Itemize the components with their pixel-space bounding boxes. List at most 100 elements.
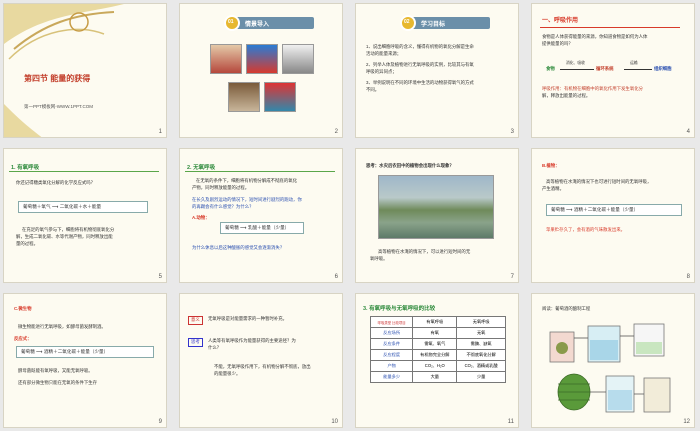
- chain-digest: 消化、吸收: [566, 61, 585, 65]
- slide-number: 8: [686, 274, 690, 280]
- table-row-label: 反应程度: [369, 349, 414, 361]
- table-cell: 无氧: [456, 327, 506, 339]
- table-cell: 有机物完全分解: [412, 349, 458, 361]
- slide-thumbnail-10[interactable]: 意义 无氧呼吸是对能量需求的一种暂时补充。 思考 人类等有氧呼吸作为能量获得的主…: [179, 293, 343, 428]
- title-underline: [9, 171, 159, 172]
- slide-number: 9: [158, 419, 162, 425]
- follow-up-question: 为什么休息以后这种酸胀的感觉又会逐渐消失？: [192, 245, 285, 250]
- explanation-line: 高等植物在水淹的情况下也可进行短时间的无氧呼吸，: [546, 179, 652, 184]
- table-header-cell: 无氧呼吸: [456, 316, 506, 328]
- table-cell: 有氧: [412, 327, 458, 339]
- table-cell: CO₂、H₂O: [412, 360, 458, 372]
- think-tag: 思考: [188, 338, 203, 347]
- objective-line: 呼吸的异同点；: [366, 69, 397, 74]
- slide-number: 1: [158, 129, 162, 135]
- slide-title: 第四节 能量的获得: [24, 74, 91, 83]
- chain-transport: 运输: [630, 61, 638, 65]
- slide-number: 11: [507, 419, 514, 425]
- athlete-photo-1: [210, 44, 242, 74]
- slide-thumbnail-3[interactable]: 02 学习目标 1、说出细胞呼吸的含义，懂得有机物的氧化分解是生命 活动的能量来…: [355, 3, 519, 138]
- slide-thumbnail-7[interactable]: 思考：水灾后农田中的植物会出现什么现象？ 高等植物在水淹的情况下，可以进行短时间…: [355, 148, 519, 283]
- think-text: 人类等有氧呼吸作为能量获得的主要途径？为: [208, 338, 296, 343]
- chain-circulation: 循环系统: [596, 66, 614, 71]
- slide-thumbnail-5[interactable]: 1. 有氧呼吸 你还记得糖类氧化分解的化学反应式吗？ 葡萄糖＋氧气 ⟶ 二氧化碳…: [3, 148, 167, 283]
- definition-line: 产物，同时释放能量的过程。: [192, 185, 250, 190]
- slide-sorter-grid: 第四节 能量的获得 第一PPT模板网-WWW.1PPT.COM 1 01 情景导…: [3, 3, 697, 428]
- question-line: 提供能量的吗？: [542, 41, 573, 46]
- explanation-line: 酵母菌既能有氧呼吸，又能无氧呼吸。: [18, 368, 93, 373]
- objective-line: 活动的能量来源；: [366, 51, 402, 56]
- table-cell: 大量: [412, 371, 458, 383]
- slide-thumbnail-8[interactable]: B.植物： 高等植物在水淹的情况下也可进行短时间的无氧呼吸， 产生酒精。 葡萄糖…: [531, 148, 695, 283]
- objective-line: 1、说出细胞呼吸的含义，懂得有机物的氧化分解是生命: [366, 44, 474, 49]
- explanation-line: 量的过程。: [16, 241, 38, 246]
- explanation-line: 解，生成二氧化碳、水等代谢产物，同时释放出能: [16, 234, 113, 239]
- slide-thumbnail-1[interactable]: 第四节 能量的获得 第一PPT模板网-WWW.1PPT.COM 1: [3, 3, 167, 138]
- title-underline: [540, 27, 680, 28]
- swirl-decoration: [4, 4, 124, 137]
- athlete-photo-4: [228, 82, 260, 112]
- animal-label: A.动物：: [192, 215, 210, 220]
- slide-thumbnail-2[interactable]: 01 情景导入 2: [179, 3, 343, 138]
- definition-line: 在无氧的条件下，细胞将有机物分解成不彻底的氧化: [196, 178, 297, 183]
- winemaking-diagram: [549, 323, 671, 413]
- table-row-label: 反应条件: [369, 338, 414, 350]
- explanation-line: 产生酒精。: [542, 186, 564, 191]
- header-bar: [230, 17, 314, 29]
- slide-number: 12: [683, 419, 690, 425]
- comparison-table: 呼吸类型 比较项目 有氧呼吸 无氧呼吸 反应场所 有氧 无氧 反应条件 需氧、氧气 需酶、缺…: [369, 316, 506, 383]
- slide-number: 2: [334, 129, 338, 135]
- slide-title: 一、呼吸作用: [542, 18, 579, 24]
- flooded-field-photo: [378, 175, 494, 239]
- arrow-line: [560, 69, 594, 70]
- slide-number: 6: [334, 274, 338, 280]
- formula-box: 葡萄糖 ⟶ 酒精＋二氧化碳＋能量（少量）: [16, 346, 154, 358]
- objective-line: 2、列举人体及植物进行无氧呼吸的实例，比较其与有氧: [366, 62, 474, 67]
- explanation-line: 在充足的氧气参与下，细胞将有机物彻底氧化分: [22, 227, 115, 232]
- slide-thumbnail-4[interactable]: 一、呼吸作用 食物是人体获得能量的来源，你知道食物是如何为人体 提供能量的吗？ …: [531, 3, 695, 138]
- slide-thumbnail-12[interactable]: 阅读：葡萄酒的酿制工程 12: [531, 293, 695, 428]
- table-cell: 需酶、缺氧: [456, 338, 506, 350]
- question-line: 的再踢会有什么感觉？为什么？: [192, 204, 254, 209]
- definition-line: 呼吸作用：有机物在细胞中的氧化作用下发生氧化分: [542, 86, 643, 91]
- slide-title: 阅读：葡萄酒的酿制工程: [542, 306, 591, 311]
- formula-box: 葡萄糖＋氧气 ⟶ 二氧化碳＋水＋能量: [18, 201, 148, 213]
- header-title: 学习目标: [421, 22, 446, 28]
- slide-title: 3. 有氧呼吸与无氧呼吸的比较: [363, 306, 436, 312]
- table-cell: 少量: [456, 371, 506, 383]
- explanation-line: 微生物能进行无氧呼吸，如酵母菌发酵制酒。: [18, 324, 106, 329]
- meaning-text: 无氧呼吸是对能量需求的一种暂时补充。: [208, 316, 288, 321]
- answer-line: 的能量很少。: [214, 371, 241, 376]
- chain-food: 食物: [546, 66, 555, 71]
- slide-title: 2. 无氧呼吸: [187, 165, 216, 171]
- formula-box: 葡萄糖 ⟶ 酒精＋二氧化碳＋能量（少量）: [546, 204, 682, 216]
- table-cell: CO₂、酒精或乳酸: [456, 360, 506, 372]
- answer-line: 氧呼吸。: [370, 256, 388, 261]
- badge-number: 02: [404, 19, 410, 25]
- chain-cells: 组织细胞: [654, 66, 672, 71]
- table-header-cell: 有氧呼吸: [412, 316, 458, 328]
- definition-line: 解，释放出能量的过程。: [542, 93, 591, 98]
- question: 你还记得糖类氧化分解的化学反应式吗？: [16, 180, 96, 185]
- table-cell: 不彻底氧化分解: [456, 349, 506, 361]
- slide-thumbnail-9[interactable]: C.微生物 微生物能进行无氧呼吸，如酵母菌发酵制酒。 反应式： 葡萄糖 ⟶ 酒精…: [3, 293, 167, 428]
- slide-thumbnail-11[interactable]: 3. 有氧呼吸与无氧呼吸的比较 呼吸类型 比较项目 有氧呼吸 无氧呼吸 反应场所 有氧…: [355, 293, 519, 428]
- question-line: 食物是人体获得能量的来源，你知道食物是如何为人体: [542, 34, 648, 39]
- slide-thumbnail-6[interactable]: 2. 无氧呼吸 在无氧的条件下，细胞将有机物分解成不彻底的氧化 产物，同时释放能…: [179, 148, 343, 283]
- table-header-cell: 呼吸类型 比较项目: [369, 316, 414, 328]
- think-text: 什么？: [208, 345, 222, 350]
- header-bar: [406, 17, 490, 29]
- microbe-label: C.微生物: [14, 306, 32, 311]
- slide-number: 10: [331, 419, 338, 425]
- slide-number: 3: [510, 129, 514, 135]
- header-title: 情景导入: [245, 22, 270, 28]
- reaction-label: 反应式：: [14, 336, 32, 341]
- meaning-tag: 意义: [188, 316, 203, 325]
- table-row-label: 反应场所: [369, 327, 414, 339]
- slide-title: 1. 有氧呼吸: [11, 165, 40, 171]
- formula-box: 葡萄糖 ⟶ 乳酸＋能量（少量）: [220, 222, 304, 234]
- plant-label: B.植物：: [542, 163, 560, 168]
- explanation-line: 还有部分微生物只能在无氧的条件下生存: [18, 380, 98, 385]
- question: 思考：水灾后农田中的植物会出现什么现象？: [366, 163, 454, 168]
- table-cell: 需氧、氧气: [412, 338, 458, 350]
